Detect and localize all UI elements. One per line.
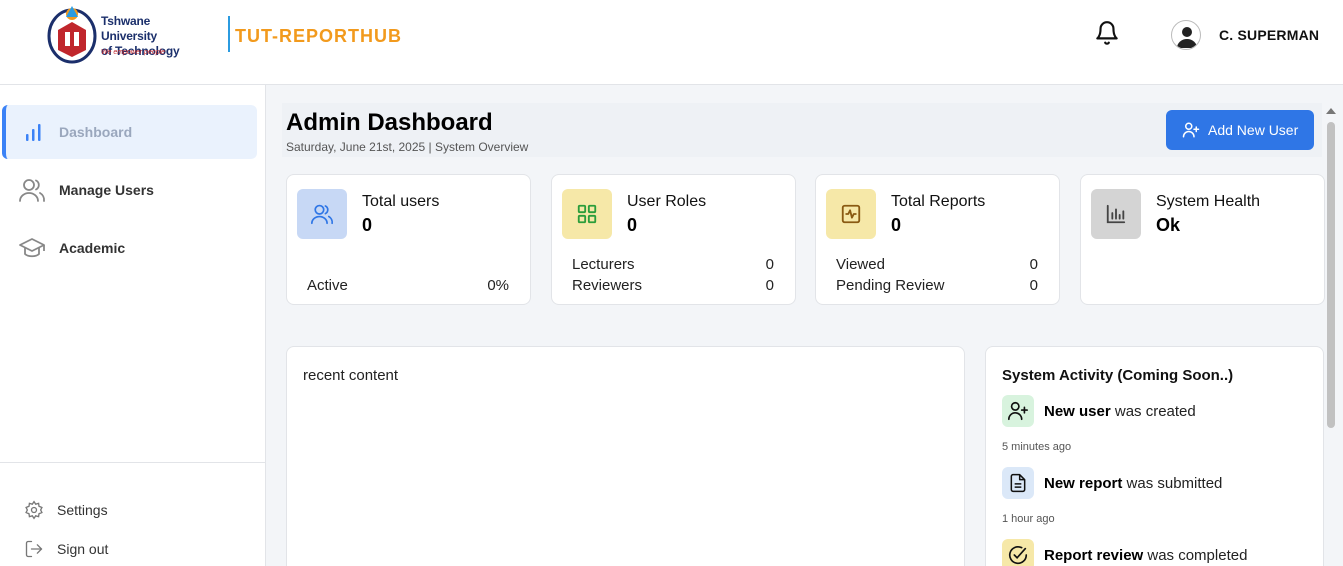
add-new-user-button[interactable]: Add New User: [1166, 110, 1314, 150]
grid-icon: [562, 189, 612, 239]
document-icon: [1002, 467, 1034, 499]
sidebar: Dashboard Manage Users Academic Settings: [0, 85, 266, 566]
user-plus-icon: [1002, 395, 1034, 427]
card-label: Total users: [362, 193, 440, 210]
scrollbar-thumb[interactable]: [1327, 122, 1335, 428]
system-activity-panel: System Activity (Coming Soon..) New user…: [985, 346, 1324, 566]
sidebar-item-dashboard[interactable]: Dashboard: [2, 105, 257, 159]
gear-icon: [25, 500, 43, 520]
university-logo: Tshwane University of Technology We empo…: [47, 2, 197, 64]
sign-out-label: Sign out: [57, 541, 109, 557]
tut-crest-icon: [47, 6, 97, 64]
logo-tagline: We empower people: [101, 49, 166, 56]
users-icon: [297, 189, 347, 239]
sign-out-icon: [25, 540, 43, 558]
card-row: Lecturers 0: [572, 256, 774, 273]
vertical-scrollbar[interactable]: [1325, 105, 1337, 566]
card-row: Viewed 0: [836, 256, 1038, 273]
scroll-up-arrow-icon[interactable]: [1326, 108, 1336, 114]
recent-content-panel: recent content: [286, 346, 965, 566]
activity-title: System Activity (Coming Soon..): [1002, 367, 1234, 384]
card-label: Total Reports: [891, 193, 986, 210]
notification-bell-icon[interactable]: [1094, 19, 1120, 47]
activity-icon: [826, 189, 876, 239]
page-subtitle: Saturday, June 21st, 2025 | System Overv…: [286, 140, 529, 154]
settings-label: Settings: [57, 502, 108, 518]
user-avatar[interactable]: [1171, 20, 1201, 50]
card-value: 0: [891, 215, 902, 235]
stat-card-system-health: System Health Ok: [1080, 174, 1325, 305]
stat-card-user-roles: User Roles 0 Lecturers 0 Reviewers 0: [551, 174, 796, 305]
user-name[interactable]: C. SUPERMAN: [1219, 27, 1319, 43]
users-icon: [19, 179, 45, 202]
graduation-cap-icon: [19, 238, 45, 258]
activity-time: 1 hour ago: [1002, 513, 1055, 525]
activity-time: 5 minutes ago: [1002, 441, 1072, 453]
page-title: Admin Dashboard: [286, 109, 493, 136]
card-label: System Health: [1156, 193, 1261, 210]
activity-item: Report review was completed: [1044, 547, 1248, 564]
bar-chart-icon: [26, 124, 41, 141]
sidebar-item-manage-users[interactable]: Manage Users: [2, 163, 257, 217]
recent-content-text: recent content: [303, 367, 399, 384]
sidebar-item-label: Manage Users: [59, 182, 154, 198]
activity-item: New report was submitted: [1044, 475, 1223, 492]
stat-card-total-reports: Total Reports 0 Viewed 0 Pending Review 0: [815, 174, 1060, 305]
check-circle-icon: [1002, 539, 1034, 566]
card-row: Pending Review 0: [836, 277, 1038, 294]
bar-chart-icon: [1091, 189, 1141, 239]
sidebar-item-label: Academic: [59, 240, 126, 256]
sidebar-item-academic[interactable]: Academic: [2, 221, 257, 275]
stat-card-total-users: Total users 0 Active 0%: [286, 174, 531, 305]
card-value: 0: [362, 215, 373, 235]
main-content: Admin Dashboard Saturday, June 21st, 202…: [266, 85, 1343, 566]
sidebar-item-label: Dashboard: [59, 124, 133, 140]
card-value: 0: [627, 215, 638, 235]
app-title: TUT-REPORTHUB: [235, 26, 402, 46]
card-value: Ok: [1156, 215, 1181, 235]
settings-link[interactable]: Settings: [24, 498, 224, 522]
card-row: Reviewers 0: [572, 277, 774, 294]
card-label: User Roles: [627, 193, 707, 210]
top-header: Tshwane University of Technology We empo…: [0, 0, 1343, 85]
brand-divider: [228, 16, 230, 52]
user-plus-icon: [1182, 122, 1200, 138]
card-row: Active 0%: [307, 277, 509, 294]
activity-item: New user was created: [1044, 403, 1196, 420]
sign-out-link[interactable]: Sign out: [24, 537, 224, 561]
sidebar-divider: [0, 462, 265, 463]
add-new-user-label: Add New User: [1208, 122, 1299, 138]
